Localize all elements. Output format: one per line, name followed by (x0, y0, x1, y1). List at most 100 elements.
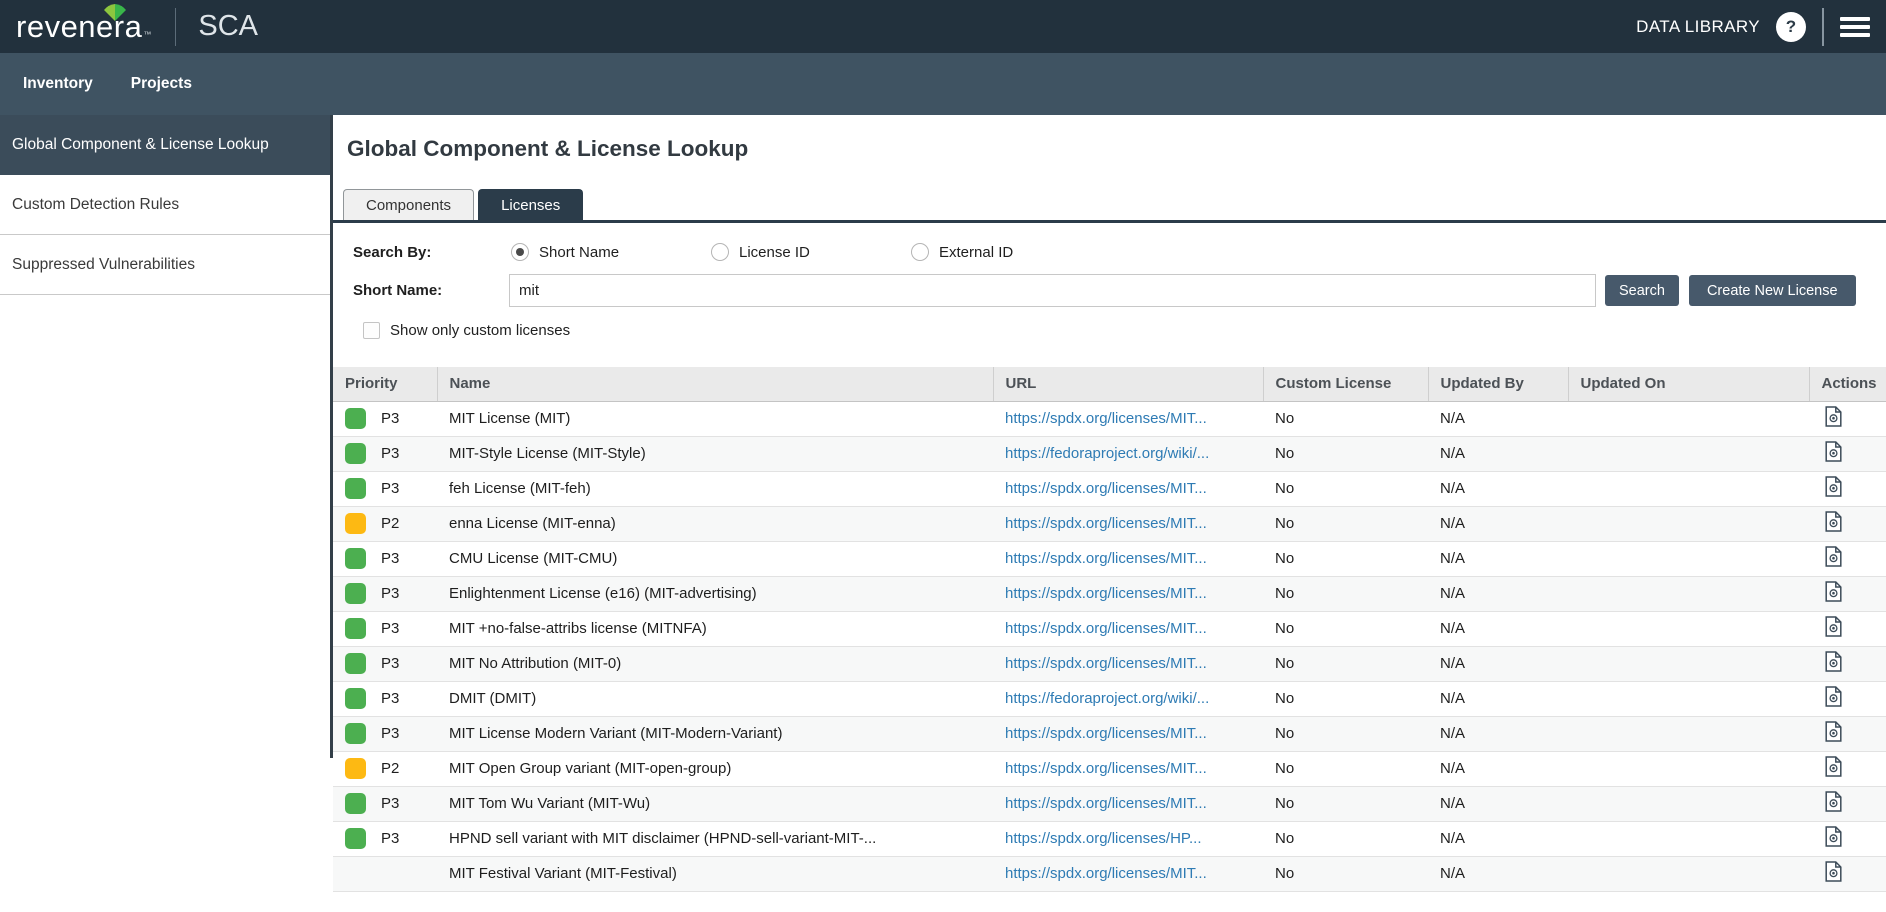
updated-on-cell (1568, 576, 1809, 611)
sidebar-item[interactable]: Custom Detection Rules (0, 175, 330, 235)
view-license-icon[interactable] (1825, 581, 1842, 602)
priority-label: P3 (381, 620, 399, 637)
url-cell: https://spdx.org/licenses/HP... (993, 821, 1263, 856)
name-cell: enna License (MIT-enna) (437, 506, 993, 541)
search-button[interactable]: Search (1605, 275, 1679, 306)
create-new-license-button[interactable]: Create New License (1689, 275, 1856, 306)
custom-license-cell: No (1263, 611, 1428, 646)
url-cell: https://spdx.org/licenses/MIT... (993, 611, 1263, 646)
nav-item[interactable]: Inventory (23, 75, 93, 93)
column-header: Custom License (1263, 367, 1428, 401)
table-row: P2 enna License (MIT-enna) https://spdx.… (333, 506, 1886, 541)
tab[interactable]: Components (343, 189, 474, 220)
license-url-link[interactable]: https://spdx.org/licenses/MIT... (1005, 585, 1207, 602)
license-url-link[interactable]: https://spdx.org/licenses/MIT... (1005, 550, 1207, 567)
view-license-icon[interactable] (1825, 651, 1842, 672)
view-license-icon[interactable] (1825, 511, 1842, 532)
custom-license-cell: No (1263, 506, 1428, 541)
updated-on-cell (1568, 716, 1809, 751)
sidebar-item-label: Custom Detection Rules (12, 196, 179, 214)
radio-circle-icon (711, 243, 729, 261)
search-by-radio-group: Short Name License ID External ID (511, 243, 1111, 261)
priority-cell: P3 (333, 611, 437, 646)
actions-cell (1809, 401, 1886, 436)
priority-cell: P2 (333, 751, 437, 786)
license-url-link[interactable]: https://spdx.org/licenses/MIT... (1005, 865, 1207, 882)
table-row: P3 CMU License (MIT-CMU) https://spdx.or… (333, 541, 1886, 576)
main-nav: Inventory Projects (0, 53, 1886, 115)
view-license-icon[interactable] (1825, 756, 1842, 777)
license-url-link[interactable]: https://spdx.org/licenses/MIT... (1005, 620, 1207, 637)
column-header: Priority (333, 367, 437, 401)
view-license-icon[interactable] (1825, 826, 1842, 847)
data-library-link[interactable]: DATA LIBRARY (1636, 17, 1760, 37)
license-url-link[interactable]: https://spdx.org/licenses/MIT... (1005, 655, 1207, 672)
priority-label: P3 (381, 410, 399, 427)
table-row: P2 MIT Open Group variant (MIT-open-grou… (333, 751, 1886, 786)
radio-option[interactable]: Short Name (511, 243, 711, 261)
view-license-icon[interactable] (1825, 476, 1842, 497)
table-row: P3 MIT No Attribution (MIT-0) https://sp… (333, 646, 1886, 681)
radio-option[interactable]: License ID (711, 243, 911, 261)
radio-option[interactable]: External ID (911, 243, 1111, 261)
view-license-icon[interactable] (1825, 546, 1842, 567)
priority-cell: P3 (333, 576, 437, 611)
tab-label: Components (366, 197, 451, 214)
view-license-icon[interactable] (1825, 721, 1842, 742)
priority-cell (333, 856, 437, 891)
revenera-logo[interactable]: revenera ™ (16, 11, 151, 42)
nav-item[interactable]: Projects (131, 75, 192, 93)
license-url-link[interactable]: https://spdx.org/licenses/MIT... (1005, 480, 1207, 497)
table-header-row: PriorityNameURLCustom LicenseUpdated ByU… (333, 367, 1886, 401)
license-url-link[interactable]: https://fedoraproject.org/wiki/... (1005, 445, 1209, 462)
actions-cell (1809, 471, 1886, 506)
custom-licenses-checkbox[interactable] (363, 322, 380, 339)
url-cell: https://spdx.org/licenses/MIT... (993, 856, 1263, 891)
view-license-icon[interactable] (1825, 791, 1842, 812)
license-url-link[interactable]: https://spdx.org/licenses/MIT... (1005, 515, 1207, 532)
sidebar-item[interactable]: Global Component & License Lookup (0, 115, 330, 175)
license-url-link[interactable]: https://fedoraproject.org/wiki/... (1005, 690, 1209, 707)
actions-cell (1809, 611, 1886, 646)
priority-cell: P3 (333, 471, 437, 506)
license-url-link[interactable]: https://spdx.org/licenses/MIT... (1005, 410, 1207, 427)
table-row: MIT Festival Variant (MIT-Festival) http… (333, 856, 1886, 891)
updated-by-cell: N/A (1428, 506, 1568, 541)
tab[interactable]: Licenses (478, 189, 583, 220)
view-license-icon[interactable] (1825, 616, 1842, 637)
brand-divider (175, 8, 176, 46)
view-license-icon[interactable] (1825, 406, 1842, 427)
short-name-input[interactable] (509, 274, 1596, 307)
actions-cell (1809, 541, 1886, 576)
actions-cell (1809, 506, 1886, 541)
sidebar-item[interactable]: Suppressed Vulnerabilities (0, 235, 330, 295)
column-header: URL (993, 367, 1263, 401)
view-license-icon[interactable] (1825, 861, 1842, 882)
column-header: Name (437, 367, 993, 401)
name-cell: DMIT (DMIT) (437, 681, 993, 716)
custom-license-cell: No (1263, 471, 1428, 506)
custom-license-cell: No (1263, 856, 1428, 891)
license-url-link[interactable]: https://spdx.org/licenses/MIT... (1005, 760, 1207, 777)
hamburger-menu-icon[interactable] (1840, 11, 1870, 43)
actions-cell (1809, 751, 1886, 786)
license-url-link[interactable]: https://spdx.org/licenses/MIT... (1005, 725, 1207, 742)
view-license-icon[interactable] (1825, 441, 1842, 462)
name-cell: MIT +no-false-attribs license (MITNFA) (437, 611, 993, 646)
priority-cell: P3 (333, 821, 437, 856)
priority-cell: P3 (333, 401, 437, 436)
priority-cell: P3 (333, 681, 437, 716)
sidebar-item-label: Global Component & License Lookup (12, 136, 269, 154)
tab-bar: Components Licenses (343, 189, 1886, 220)
license-url-link[interactable]: https://spdx.org/licenses/HP... (1005, 830, 1202, 847)
help-icon[interactable]: ? (1776, 12, 1806, 42)
priority-cell: P3 (333, 436, 437, 471)
view-license-icon[interactable] (1825, 686, 1842, 707)
priority-label: P3 (381, 830, 399, 847)
name-cell: HPND sell variant with MIT disclaimer (H… (437, 821, 993, 856)
updated-on-cell (1568, 471, 1809, 506)
name-cell: MIT Tom Wu Variant (MIT-Wu) (437, 786, 993, 821)
radio-option-label: Short Name (539, 244, 619, 261)
license-url-link[interactable]: https://spdx.org/licenses/MIT... (1005, 795, 1207, 812)
priority-badge (345, 513, 366, 534)
